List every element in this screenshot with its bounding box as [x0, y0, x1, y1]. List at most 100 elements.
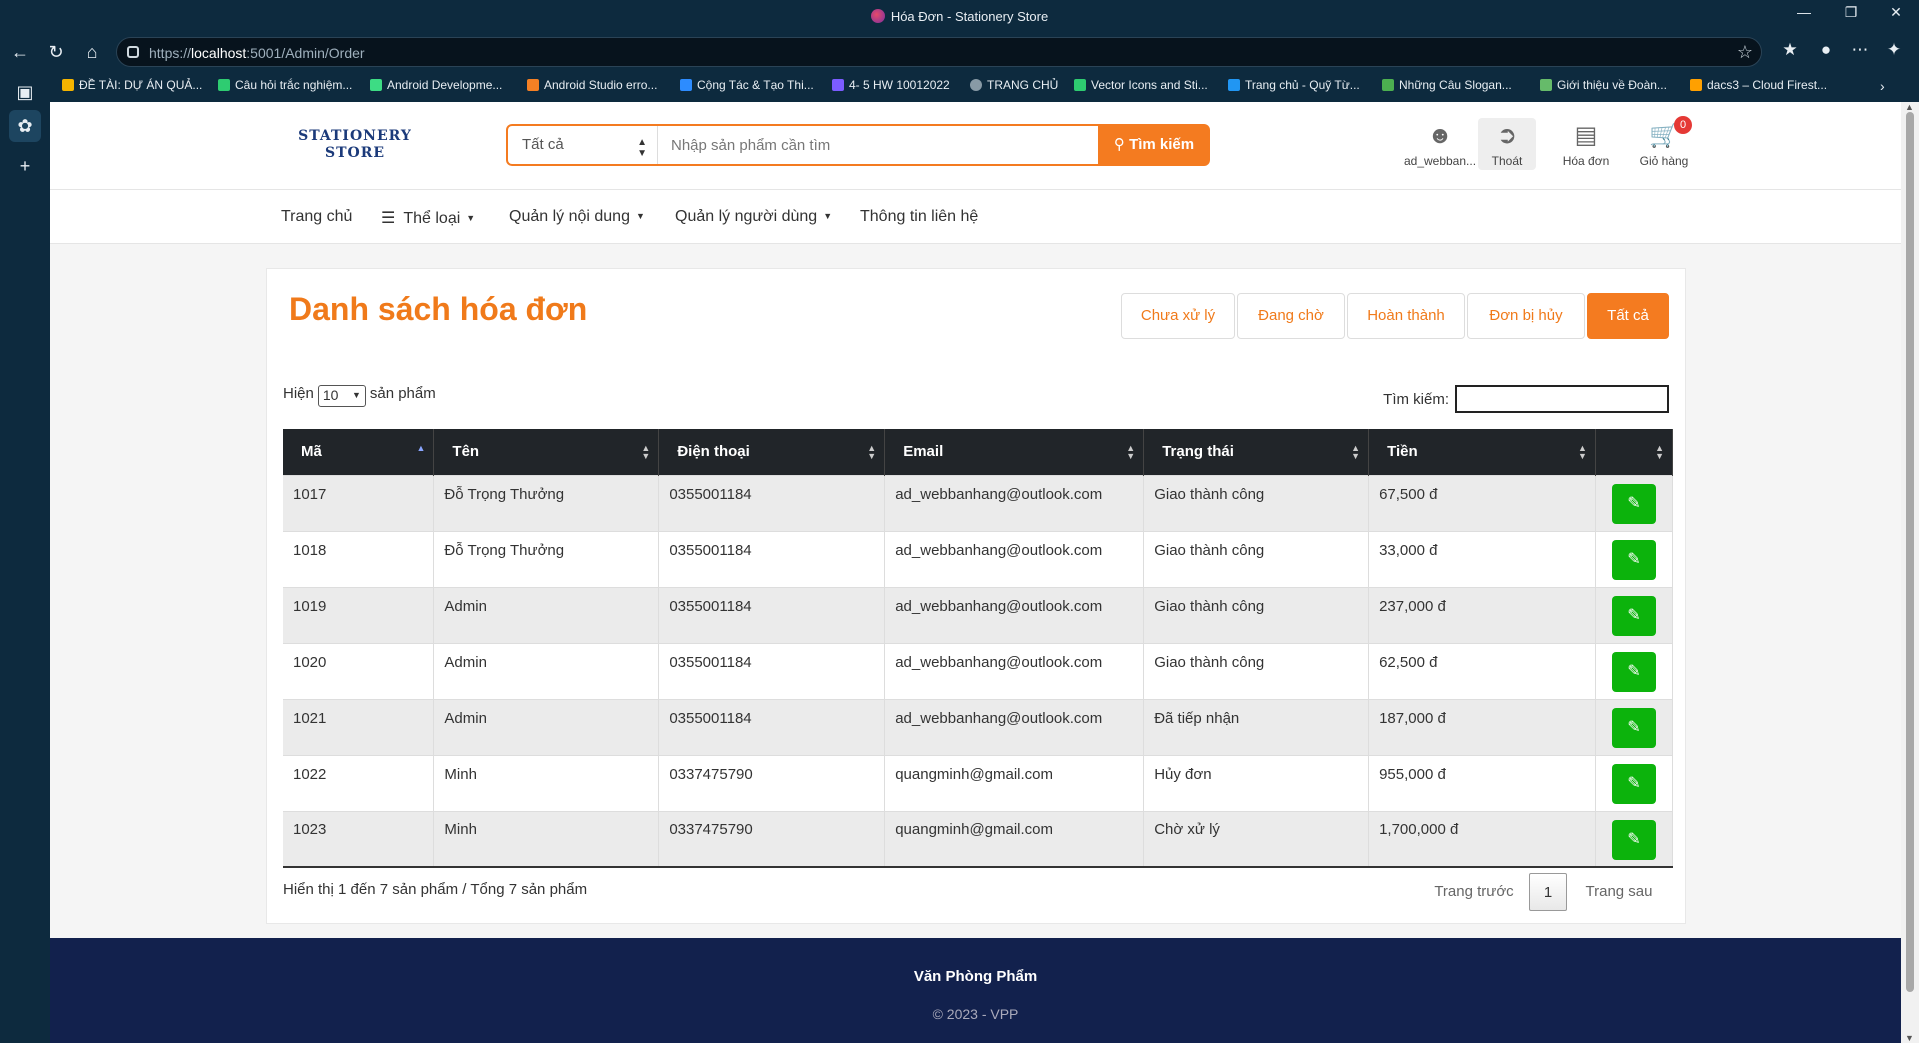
nav-category[interactable]: ☰ Thể loại ▼: [381, 208, 475, 228]
bookmark-item[interactable]: Giới thiệu về Đoàn...: [1540, 78, 1667, 92]
column-header-amount[interactable]: Tiền ▲ ▼: [1368, 429, 1596, 475]
site-info-icon[interactable]: [127, 46, 139, 58]
tab-title: Hóa Đơn - Stationery Store: [890, 9, 1049, 24]
edit-order-button[interactable]: ✎: [1611, 483, 1656, 524]
hamburger-icon: ☰: [381, 210, 396, 227]
scroll-down-icon[interactable]: ▼: [1905, 1033, 1914, 1043]
table-row: 1019 Admin 0355001184 ad_webbanhang@outl…: [283, 586, 1674, 643]
cell-email: quangminh@gmail.com: [884, 810, 1145, 868]
url-field[interactable]: https://localhost:5001/Admin/Order ☆: [116, 37, 1762, 67]
edit-order-button[interactable]: ✎: [1611, 651, 1656, 692]
bookmark-item[interactable]: dacs3 – Cloud Firest...: [1690, 78, 1827, 92]
nav-home[interactable]: Trang chủ: [281, 208, 352, 226]
column-header-name[interactable]: Tên ▲ ▼: [433, 429, 660, 475]
filter-waiting[interactable]: Đang chờ: [1237, 293, 1345, 339]
restore-icon[interactable]: ❐: [1831, 4, 1871, 21]
cell-amount: 1,700,000 đ: [1368, 810, 1596, 868]
filter-all[interactable]: Tất cả: [1587, 293, 1669, 339]
tab-actions-icon[interactable]: ▣: [9, 76, 41, 108]
page-viewport: STATIONERY STORE Tất cả ▲ ▼ Nhập sản phẩm…: [50, 102, 1901, 1043]
search-input[interactable]: Nhập sản phẩm cần tìm: [659, 126, 1096, 164]
bookmark-item[interactable]: Vector Icons and Sti...: [1074, 78, 1208, 92]
user-account-button[interactable]: ☻ ad_webban...: [1400, 122, 1480, 168]
cart-icon: 🛒: [1649, 122, 1679, 149]
page-length-select[interactable]: 10 ▼: [317, 385, 366, 407]
edit-order-button[interactable]: ✎: [1611, 707, 1656, 748]
search-category-select[interactable]: Tất cả ▲ ▼: [508, 126, 658, 164]
orders-card: Danh sách hóa đơn Chưa xử lý Đang chờ Ho…: [266, 268, 1686, 924]
cell-name: Đỗ Trọng Thưởng: [433, 474, 660, 531]
bookmark-item[interactable]: ĐỀ TÀI: DỰ ÁN QUẢ...: [62, 78, 202, 92]
bookmark-icon: [527, 79, 539, 91]
bookmark-icon: [832, 79, 844, 91]
reload-icon[interactable]: ↻: [44, 40, 68, 64]
user-icon: ☻: [1427, 122, 1453, 149]
cell-phone: 0337475790: [658, 810, 886, 868]
home-icon[interactable]: ⌂: [80, 40, 104, 64]
edit-order-button[interactable]: ✎: [1611, 539, 1656, 580]
profile-avatar-icon[interactable]: ●: [1812, 40, 1840, 60]
cell-status: Giao thành công: [1143, 530, 1370, 587]
edit-icon: ✎: [1627, 550, 1641, 568]
filter-completed[interactable]: Hoàn thành: [1347, 293, 1465, 339]
cell-name: Admin: [433, 698, 660, 755]
page-1-button[interactable]: 1: [1529, 873, 1567, 911]
cell-name: Đỗ Trọng Thưởng: [433, 530, 660, 587]
bookmark-item[interactable]: Android Studio erro...: [527, 78, 657, 92]
sign-out-icon: ➲: [1496, 122, 1518, 149]
filter-cancelled[interactable]: Đơn bị hủy: [1467, 293, 1585, 339]
bookmark-item[interactable]: 4- 5 HW 10012022: [832, 78, 950, 92]
invoice-button[interactable]: ▤ Hóa đơn: [1546, 122, 1626, 168]
bookmark-item[interactable]: Trang chủ - Quỹ Từ...: [1228, 78, 1360, 92]
nav-content-management[interactable]: Quản lý nội dung ▼: [509, 208, 645, 226]
copilot-icon[interactable]: ✦: [1880, 40, 1908, 60]
cell-id: 1020: [283, 642, 435, 699]
edit-order-button[interactable]: ✎: [1611, 595, 1656, 636]
edit-order-button[interactable]: ✎: [1611, 819, 1656, 860]
nav-user-management[interactable]: Quản lý người dùng ▼: [675, 208, 832, 226]
column-header-id[interactable]: Mã ▲: [283, 429, 435, 475]
scroll-up-icon[interactable]: ▲: [1905, 102, 1914, 112]
table-search-input[interactable]: [1455, 385, 1669, 413]
bookmark-item[interactable]: Android Developme...: [370, 78, 502, 92]
new-tab-plus-icon[interactable]: +: [9, 150, 41, 182]
page-scrollbar[interactable]: ▲ ▼: [1901, 102, 1919, 1043]
bookmark-icon: [1690, 79, 1702, 91]
cell-action: ✎: [1595, 810, 1674, 868]
cell-action: ✎: [1595, 642, 1674, 699]
column-header-status[interactable]: Trạng thái ▲ ▼: [1143, 429, 1370, 475]
filter-pending[interactable]: Chưa xử lý: [1121, 293, 1235, 339]
cell-amount: 955,000 đ: [1368, 754, 1596, 811]
logout-button[interactable]: ➲ Thoát: [1478, 118, 1536, 170]
scrollbar-thumb[interactable]: [1906, 112, 1914, 992]
bookmark-icon: [62, 79, 74, 91]
column-header-phone[interactable]: Điện thoại ▲ ▼: [658, 429, 886, 475]
favorite-star-icon[interactable]: ☆: [1737, 42, 1753, 63]
search-button[interactable]: ⚲ Tìm kiếm: [1098, 124, 1210, 166]
bookmark-item[interactable]: Cộng Tác & Tạo Thi...: [680, 78, 814, 92]
bookmark-item[interactable]: Câu hỏi trắc nghiệm...: [218, 78, 352, 92]
minimize-icon[interactable]: —: [1784, 4, 1824, 20]
active-tab-favicon-icon[interactable]: ✿: [9, 110, 41, 142]
bookmarks-overflow-icon[interactable]: ›: [1880, 78, 1885, 94]
column-header-email[interactable]: Email ▲ ▼: [884, 429, 1145, 475]
favorites-icon[interactable]: ★: [1776, 40, 1804, 60]
back-arrow-icon[interactable]: ←: [8, 40, 32, 64]
bookmark-item[interactable]: Những Câu Slogan...: [1382, 78, 1512, 92]
bookmark-item[interactable]: TRANG CHỦ: [970, 78, 1058, 92]
cell-email: ad_webbanhang@outlook.com: [884, 586, 1145, 643]
globe-icon: [970, 79, 982, 91]
cell-amount: 187,000 đ: [1368, 698, 1596, 755]
cell-email: ad_webbanhang@outlook.com: [884, 642, 1145, 699]
more-menu-icon[interactable]: ⋯: [1846, 40, 1874, 60]
nav-contact[interactable]: Thông tin liên hệ: [860, 208, 978, 226]
column-header-action[interactable]: ▲ ▼: [1595, 429, 1674, 475]
cart-button[interactable]: 🛒 Giỏ hàng 0: [1624, 116, 1704, 168]
prev-page-button[interactable]: Trang trước: [1429, 873, 1519, 911]
edit-order-button[interactable]: ✎: [1611, 763, 1656, 804]
next-page-button[interactable]: Trang sau: [1579, 873, 1659, 911]
close-icon[interactable]: ✕: [1876, 4, 1916, 21]
store-logo[interactable]: STATIONERY STORE: [275, 128, 435, 162]
edit-icon: ✎: [1627, 774, 1641, 792]
sort-icon: ▲ ▼: [1655, 443, 1664, 461]
